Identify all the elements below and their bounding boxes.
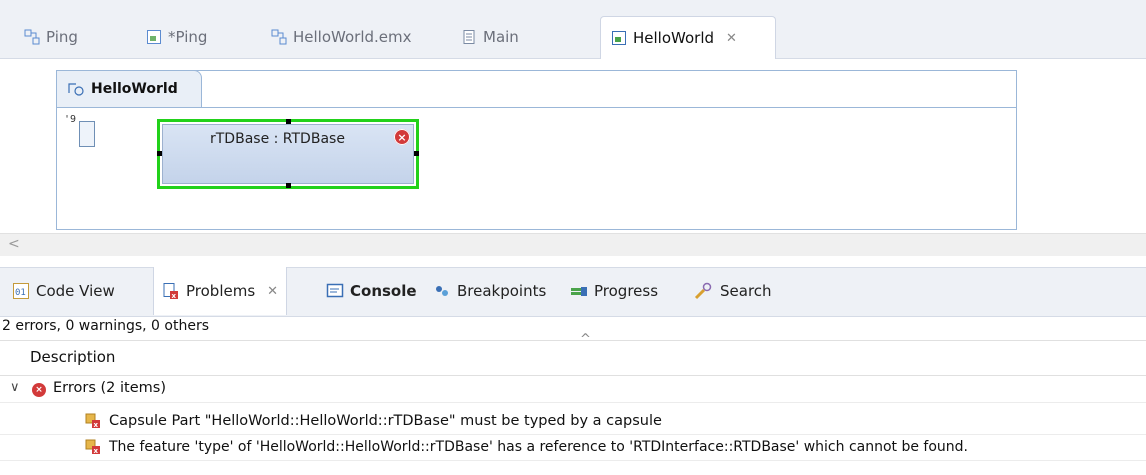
tab-breakpoints[interactable]: Breakpoints [425,267,554,315]
tab-label: Console [350,282,417,300]
port-shape[interactable] [79,121,95,147]
resize-handle-left[interactable] [157,151,162,156]
document-icon [461,29,477,45]
error-icon: × [32,383,46,397]
editor-tab-label: HelloWorld [633,29,715,47]
close-icon[interactable]: ✕ [267,284,278,299]
tab-label: Code View [36,282,115,300]
editor-tab-helloworld[interactable]: HelloWorld ✕ [600,16,776,59]
resize-handle-right[interactable] [414,151,419,156]
column-header-description[interactable]: Description [30,348,115,366]
problems-icon: x [162,282,180,300]
frame-title-tab[interactable]: HelloWorld [56,70,202,108]
editor-tab-ping[interactable]: Ping [14,16,88,58]
problem-description: The feature 'type' of 'HelloWorld::Hello… [109,439,969,455]
problem-row[interactable]: x The feature 'type' of 'HelloWorld::Hel… [0,436,1146,461]
resize-handle-bottom[interactable] [286,183,291,188]
svg-text:x: x [94,447,99,455]
horizontal-scrollbar[interactable] [0,233,1146,256]
console-icon [326,282,344,300]
problem-description: Capsule Part "HelloWorld::HelloWorld::rT… [109,413,662,429]
svg-text:x: x [94,421,99,429]
search-icon [694,282,714,300]
close-icon[interactable]: ✕ [726,31,737,46]
editor-tab-helloworld-emx[interactable]: HelloWorld.emx [261,16,422,58]
capsule-icon [146,29,162,45]
problems-summary: 2 errors, 0 warnings, 0 others [2,318,210,334]
scroll-left-arrow[interactable]: < [8,236,20,252]
editor-tab-label: *Ping [168,28,208,46]
error-group-row[interactable]: ∨ × Errors (2 items) [0,378,1146,403]
svg-text:01: 01 [15,288,26,298]
tab-search[interactable]: Search [686,267,780,315]
chevron-down-icon[interactable]: ∨ [10,380,20,395]
tab-console[interactable]: Console [318,267,425,315]
breakpoints-icon [433,282,451,300]
problem-error-icon: x [85,413,100,429]
frame-title: HelloWorld [91,81,178,97]
model-icon [24,29,40,45]
code-view-icon: 01 [12,282,30,300]
tab-code-view[interactable]: 01 Code View [4,267,123,315]
tab-label: Problems [186,282,256,300]
editor-tab-label: HelloWorld.emx [293,28,412,46]
tab-label: Search [720,282,772,300]
capsule-structure-icon [67,81,85,97]
editor-tab-label: Main [483,28,519,46]
problem-error-icon: x [85,439,100,455]
tab-label: Breakpoints [457,282,547,300]
resize-handle-top[interactable] [286,119,291,124]
tab-progress[interactable]: Progress [562,267,666,315]
error-icon: × [394,129,410,145]
problems-table-header [0,340,1146,376]
capsule-icon [611,30,627,46]
model-icon [271,29,287,45]
problem-row[interactable]: x Capsule Part "HelloWorld::HelloWorld::… [0,410,1146,435]
error-group-label: Errors (2 items) [53,380,166,396]
sort-indicator-icon: ^ [580,332,591,347]
tab-problems[interactable]: x Problems ✕ [153,267,288,315]
svg-text:x: x [172,292,177,300]
port-label: '9 [64,114,77,125]
editor-tab-label: Ping [46,28,78,46]
capsule-part-label: rTDBase : RTDBase [210,131,345,147]
progress-icon [570,282,588,300]
tab-label: Progress [594,282,659,300]
editor-tab-ping-dirty[interactable]: *Ping [136,16,217,58]
editor-tab-main[interactable]: Main [451,16,529,58]
